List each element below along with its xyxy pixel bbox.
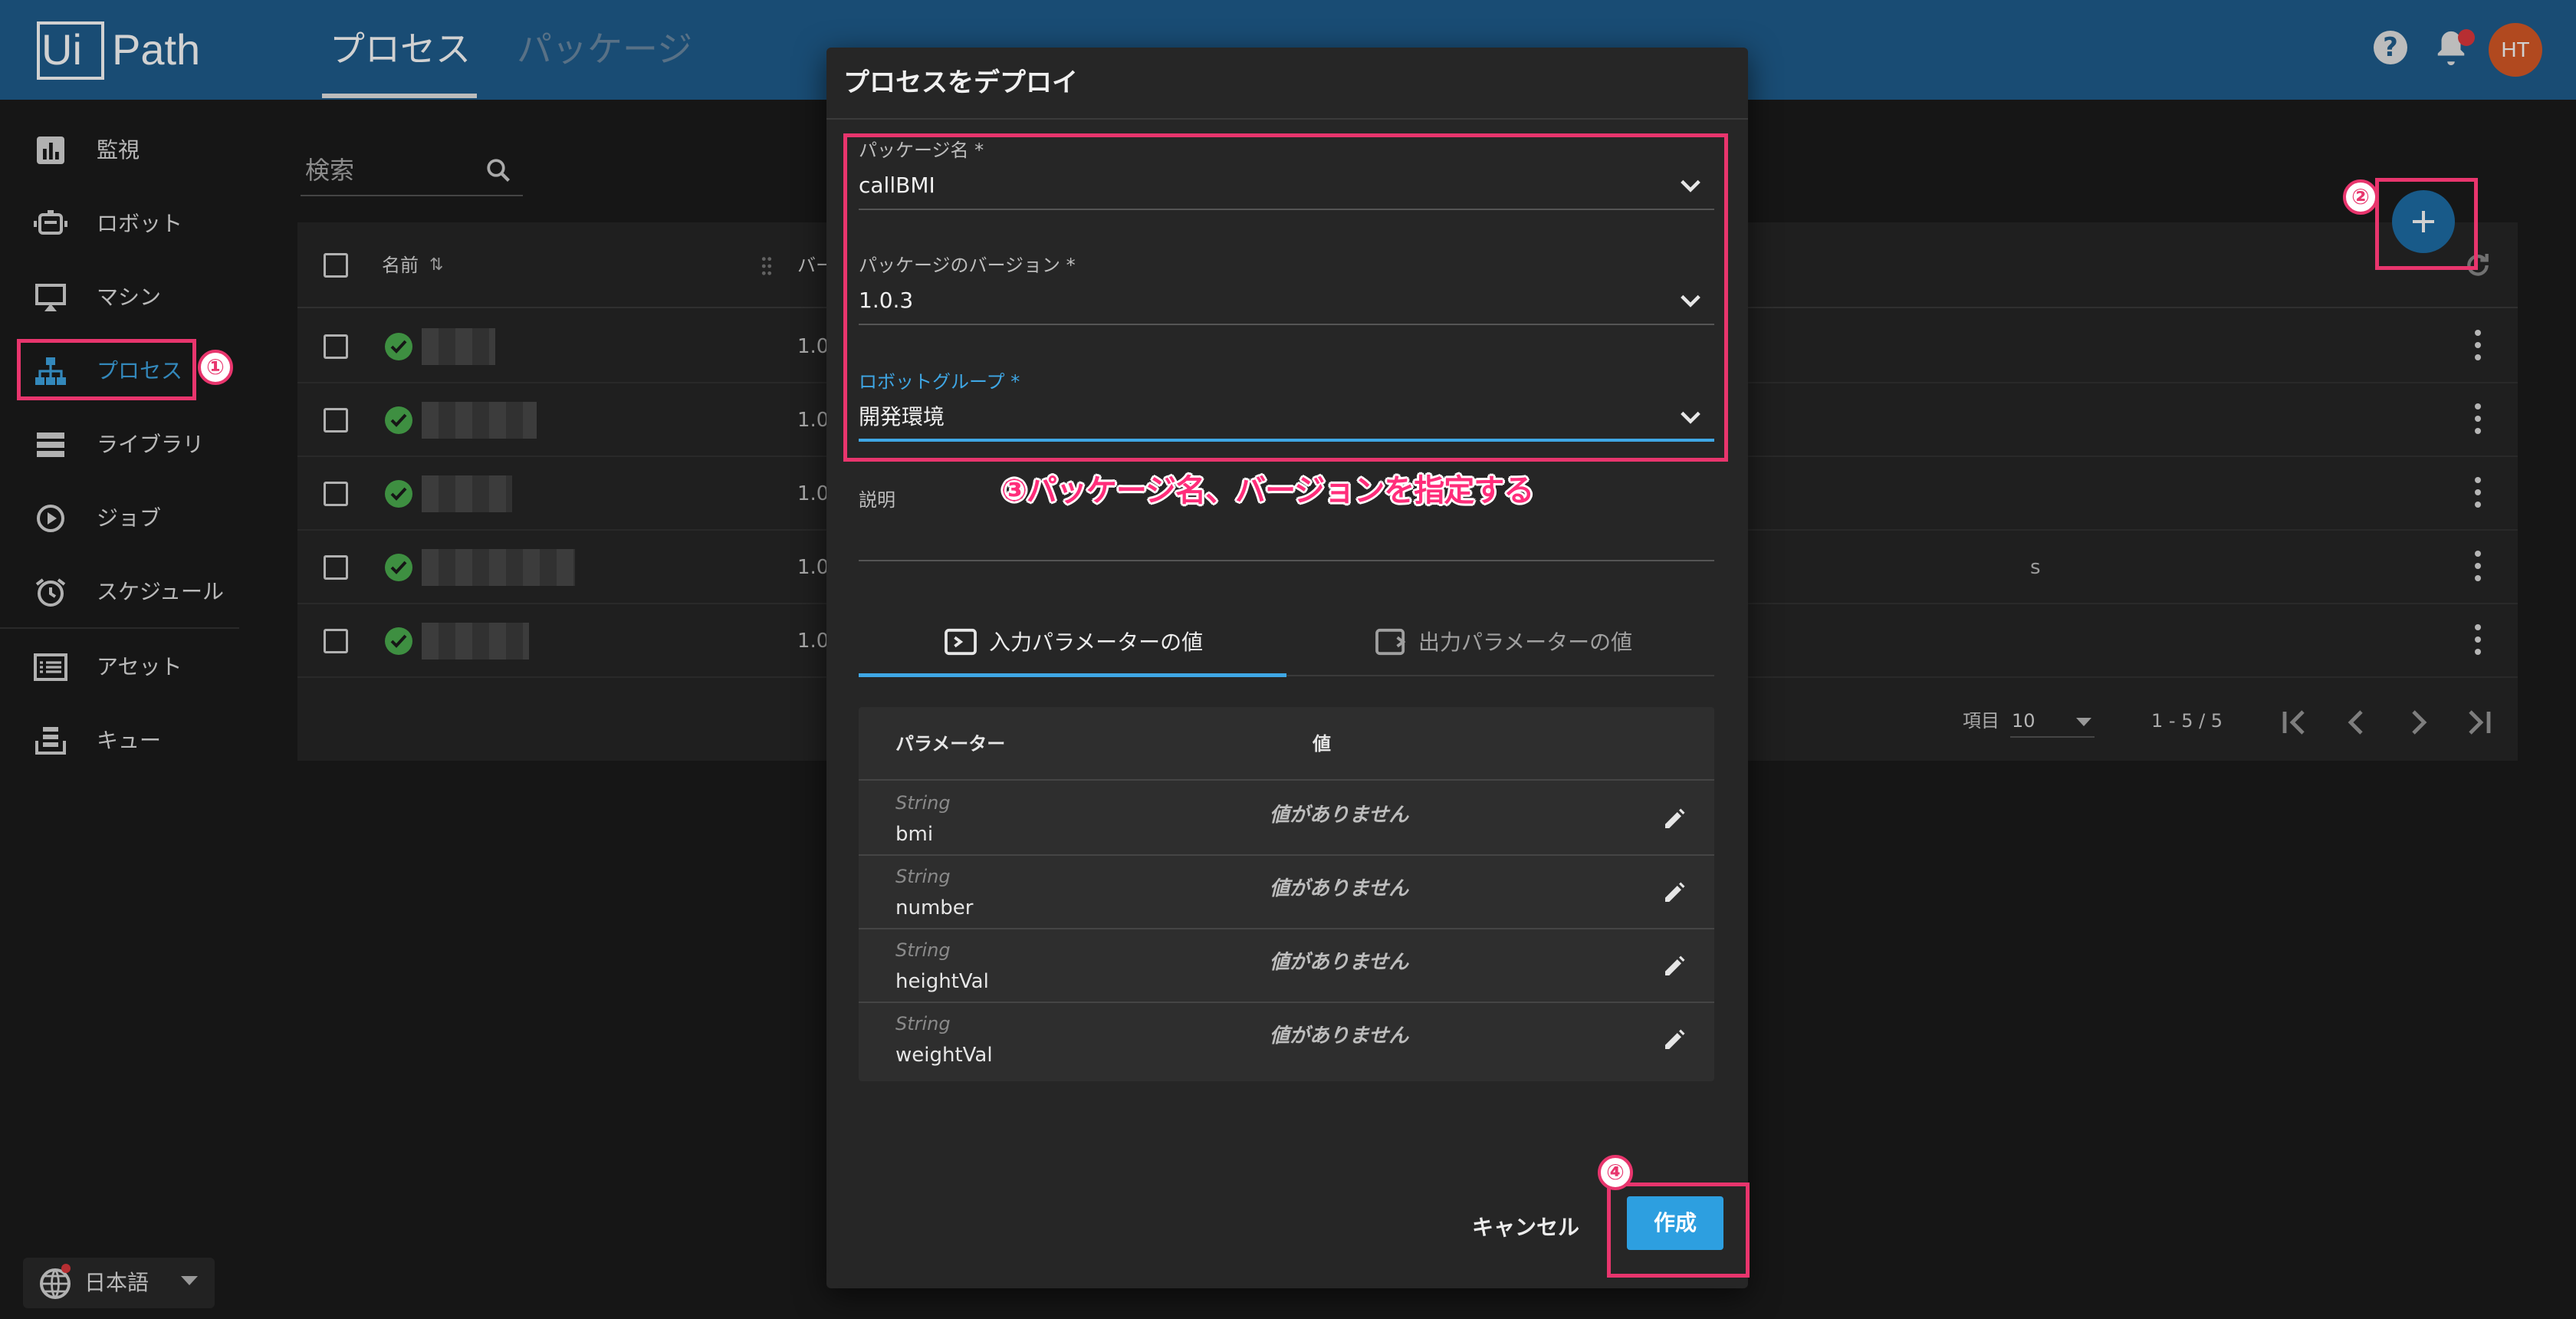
cancel-button[interactable]: キャンセル: [1464, 1201, 1587, 1255]
description-label: 説明: [859, 489, 895, 511]
highlight-processes: [17, 339, 196, 400]
param-name: number: [895, 896, 974, 919]
tab-label: 入力パラメーターの値: [989, 630, 1204, 655]
edit-icon[interactable]: [1661, 879, 1688, 906]
parameter-row: String number 値がありません: [859, 856, 1714, 929]
param-type: String: [895, 792, 951, 814]
tab-label: 出力パラメーターの値: [1418, 630, 1633, 655]
param-name: heightVal: [895, 970, 989, 993]
column-value: 値: [1313, 733, 1331, 755]
param-name: bmi: [895, 823, 934, 846]
input-param-icon: [945, 628, 977, 656]
step-badge-4: ④: [1598, 1155, 1633, 1190]
tab-input-parameters[interactable]: 入力パラメーターの値: [859, 607, 1286, 675]
param-value: 値がありません: [1270, 804, 1409, 827]
parameter-row: String weightVal 値がありません: [859, 1003, 1714, 1077]
param-type: String: [895, 1013, 951, 1034]
param-value: 値がありません: [1270, 951, 1409, 974]
highlight-package-fields: [843, 133, 1728, 462]
highlight-add-button: [2375, 178, 2478, 270]
param-name: weightVal: [895, 1044, 993, 1067]
edit-icon[interactable]: [1661, 805, 1688, 833]
parameters-table: パラメーター 値 String bmi 値がありません String numbe…: [859, 707, 1714, 1081]
parameters-header: パラメーター 値: [859, 707, 1714, 781]
param-value: 値がありません: [1270, 877, 1409, 900]
column-parameter: パラメーター: [895, 733, 1006, 755]
highlight-create-button: [1607, 1182, 1750, 1278]
step-note-3: ③パッケージ名、バージョンを指定する: [1001, 473, 1534, 508]
dialog-title: プロセスをデプロイ: [843, 67, 1078, 98]
parameter-row: String heightVal 値がありません: [859, 929, 1714, 1003]
param-value: 値がありません: [1270, 1025, 1409, 1048]
tab-output-parameters[interactable]: 出力パラメーターの値: [1286, 607, 1714, 675]
parameter-tabs: 入力パラメーターの値 出力パラメーターの値: [859, 607, 1714, 676]
parameter-row: String bmi 値がありません: [859, 782, 1714, 856]
dialog-title-divider: [826, 118, 1748, 120]
step-badge-1: ①: [198, 350, 233, 385]
edit-icon[interactable]: [1661, 1026, 1688, 1054]
param-type: String: [895, 939, 951, 961]
step-badge-2: ②: [2343, 179, 2378, 215]
output-param-icon: [1375, 628, 1406, 656]
active-tab-indicator: [859, 673, 1286, 677]
edit-icon[interactable]: [1661, 952, 1688, 980]
param-type: String: [895, 866, 951, 887]
description-input[interactable]: [859, 560, 1714, 561]
